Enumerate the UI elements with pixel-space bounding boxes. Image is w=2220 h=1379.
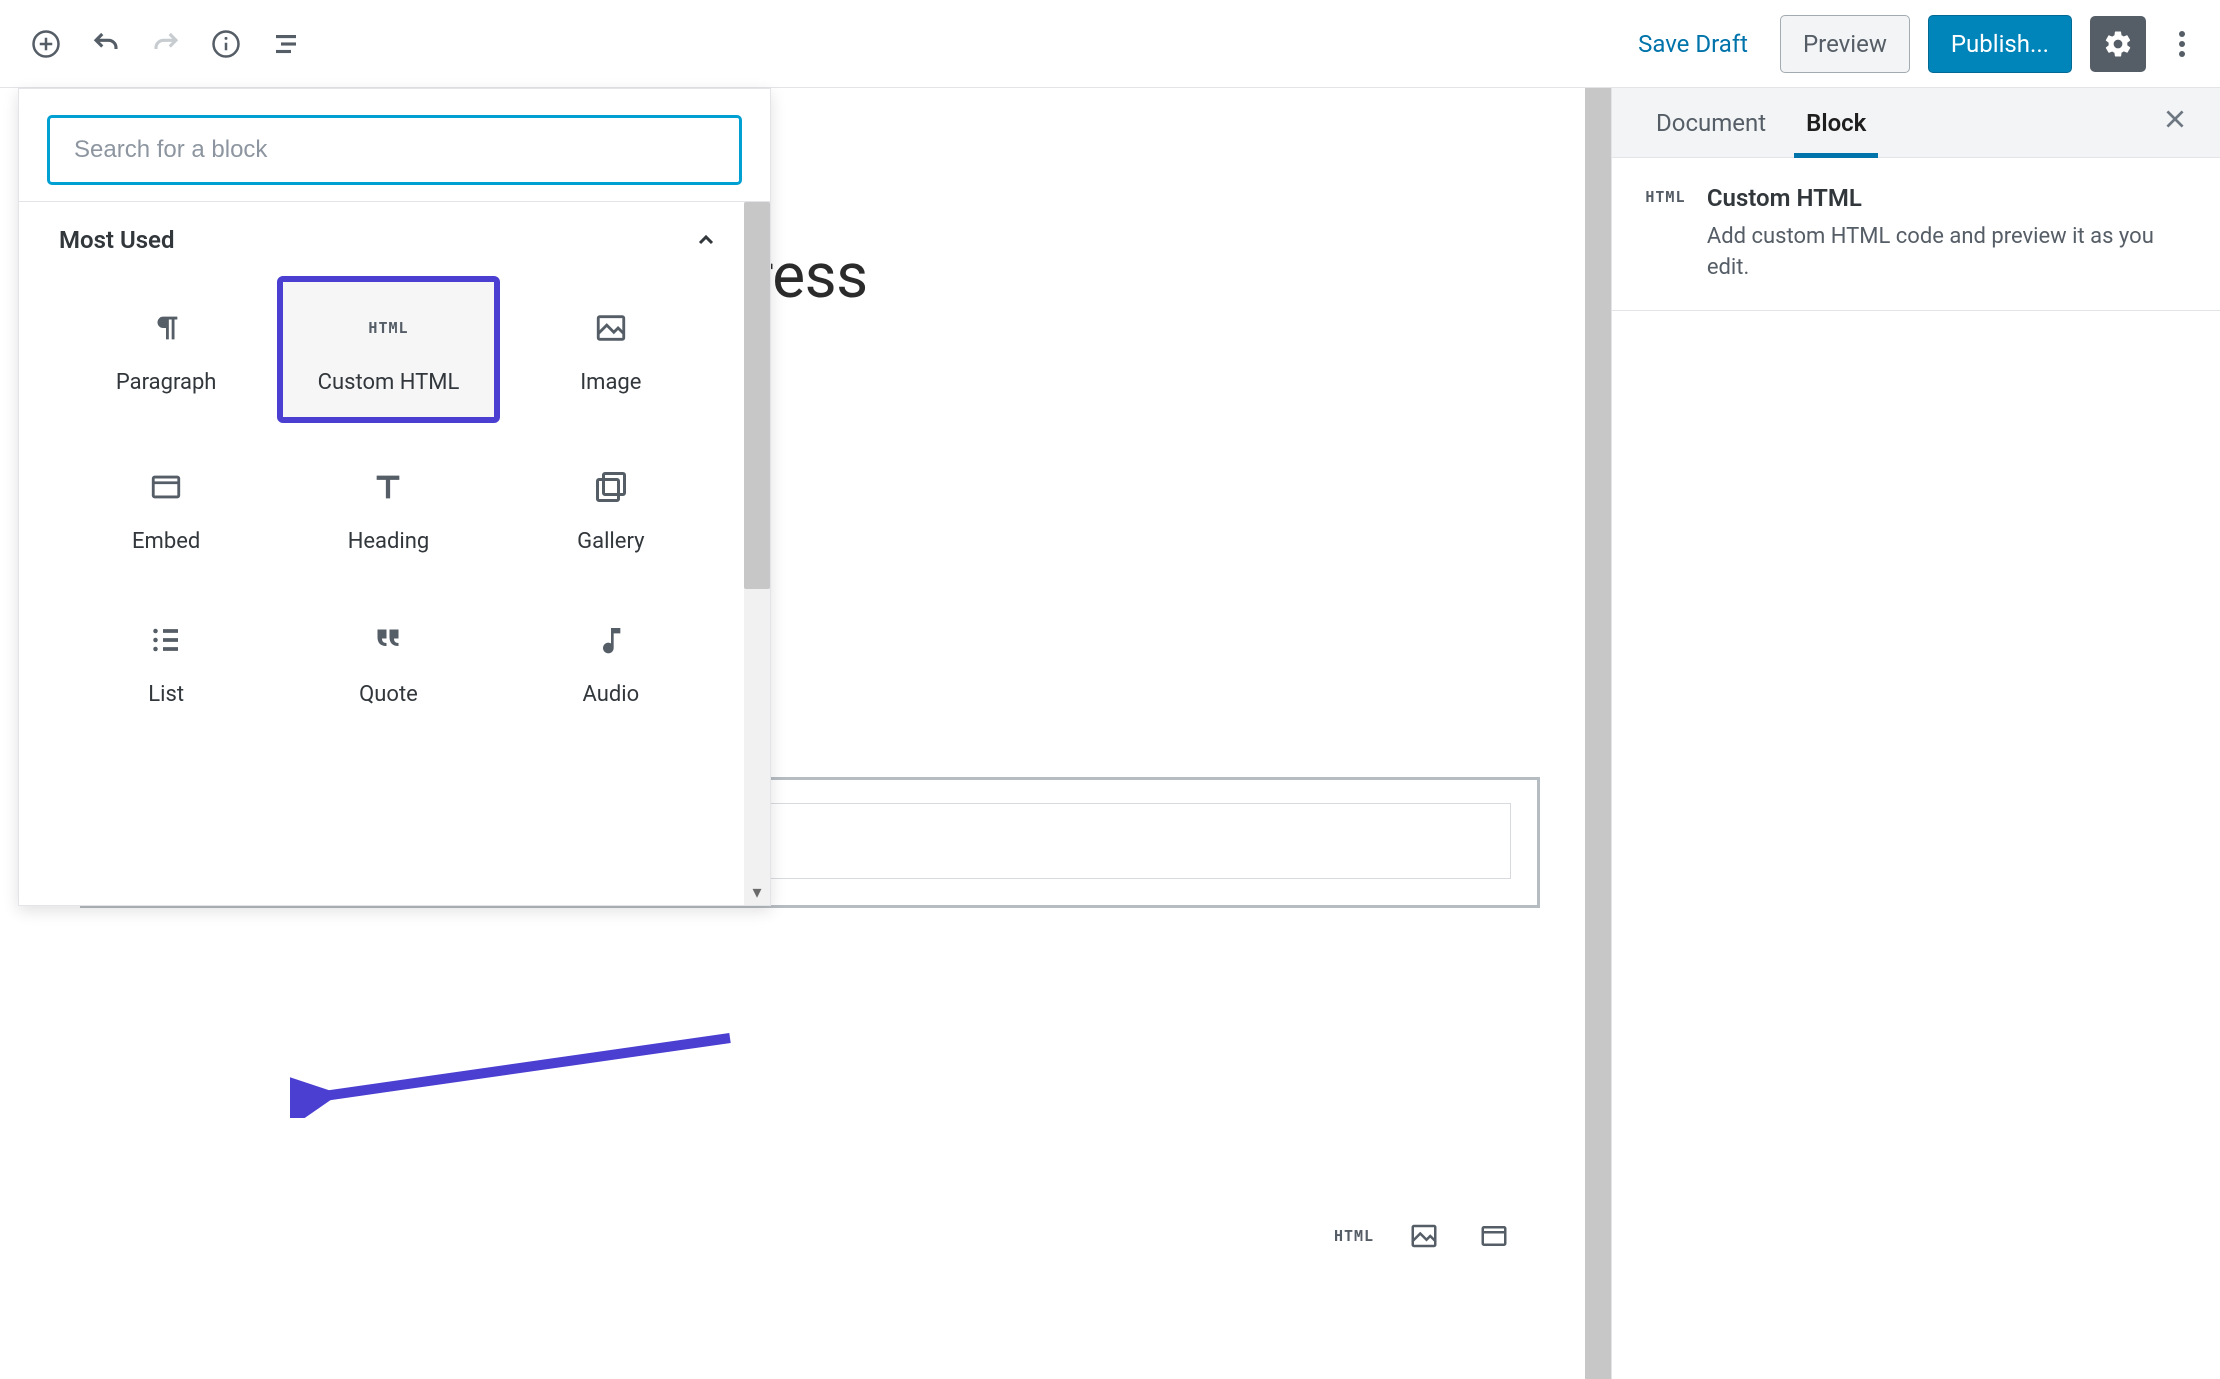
block-label: Paragraph xyxy=(116,370,217,395)
quote-icon xyxy=(366,618,410,662)
block-label: Gallery xyxy=(577,529,644,554)
block-inserter-popover: Most Used Paragraph HTML Custom HTML Ima… xyxy=(18,88,771,906)
inserter-scrollbar-thumb[interactable] xyxy=(744,202,770,589)
annotation-arrow xyxy=(290,1028,750,1118)
block-gallery[interactable]: Gallery xyxy=(500,441,722,576)
image-icon xyxy=(589,306,633,350)
more-menu-button[interactable] xyxy=(2164,16,2200,72)
outline-icon[interactable] xyxy=(270,28,302,60)
tab-document[interactable]: Document xyxy=(1636,88,1786,157)
html-icon: HTML xyxy=(366,306,410,350)
list-icon xyxy=(144,618,188,662)
embed-icon xyxy=(144,465,188,509)
block-label: Image xyxy=(580,370,641,395)
settings-sidebar: Document Block HTML Custom HTML Add cust… xyxy=(1611,88,2220,1379)
canvas-scrollbar-thumb[interactable] xyxy=(1585,88,1611,1379)
block-audio[interactable]: Audio xyxy=(500,594,722,729)
chevron-down-icon[interactable]: ▾ xyxy=(744,879,770,905)
undo-icon[interactable] xyxy=(90,28,122,60)
block-heading[interactable]: Heading xyxy=(277,441,499,576)
inserter-section-header[interactable]: Most Used xyxy=(55,226,722,266)
redo-icon xyxy=(150,28,182,60)
paragraph-icon xyxy=(144,306,188,350)
block-label: Embed xyxy=(132,529,200,554)
block-inspector-panel: HTML Custom HTML Add custom HTML code an… xyxy=(1612,158,2220,311)
kebab-icon xyxy=(2178,29,2186,59)
panel-description: Add custom HTML code and preview it as y… xyxy=(1707,222,2190,284)
panel-title: Custom HTML xyxy=(1707,184,2190,212)
block-custom-html[interactable]: HTML Custom HTML xyxy=(277,276,499,423)
panel-block-icon: HTML xyxy=(1642,184,1689,284)
settings-button[interactable] xyxy=(2090,16,2146,72)
info-icon[interactable] xyxy=(210,28,242,60)
block-search-input[interactable] xyxy=(47,115,742,185)
block-quote[interactable]: Quote xyxy=(277,594,499,729)
gallery-icon xyxy=(589,465,633,509)
add-block-icon[interactable] xyxy=(30,28,62,60)
preview-button[interactable]: Preview xyxy=(1780,15,1910,73)
close-icon xyxy=(2162,106,2188,132)
audio-icon xyxy=(589,618,633,662)
inserter-scrollbar[interactable]: ▾ xyxy=(744,202,770,905)
publish-button[interactable]: Publish... xyxy=(1928,15,2072,73)
inserter-image-icon[interactable] xyxy=(1406,1218,1442,1254)
block-list[interactable]: List xyxy=(55,594,277,729)
heading-icon xyxy=(366,465,410,509)
close-sidebar-button[interactable] xyxy=(2154,105,2196,140)
sidebar-tabs: Document Block xyxy=(1612,88,2220,158)
editor-top-toolbar: Save Draft Preview Publish... xyxy=(0,0,2220,88)
block-label: Audio xyxy=(582,682,639,707)
block-paragraph[interactable]: Paragraph xyxy=(55,276,277,423)
gear-icon xyxy=(2103,29,2133,59)
block-image[interactable]: Image xyxy=(500,276,722,423)
block-label: List xyxy=(148,682,184,707)
section-title: Most Used xyxy=(59,226,174,254)
block-label: Quote xyxy=(359,682,418,707)
inline-inserter: HTML xyxy=(80,1218,1540,1254)
inserter-embed-icon[interactable] xyxy=(1476,1218,1512,1254)
save-draft-button[interactable]: Save Draft xyxy=(1624,20,1762,68)
block-label: Custom HTML xyxy=(318,370,460,395)
chevron-up-icon xyxy=(694,228,718,252)
block-embed[interactable]: Embed xyxy=(55,441,277,576)
tab-block[interactable]: Block xyxy=(1786,88,1886,157)
canvas-scrollbar[interactable] xyxy=(1585,88,1611,1379)
inserter-html-icon[interactable]: HTML xyxy=(1336,1218,1372,1254)
block-label: Heading xyxy=(348,529,430,554)
